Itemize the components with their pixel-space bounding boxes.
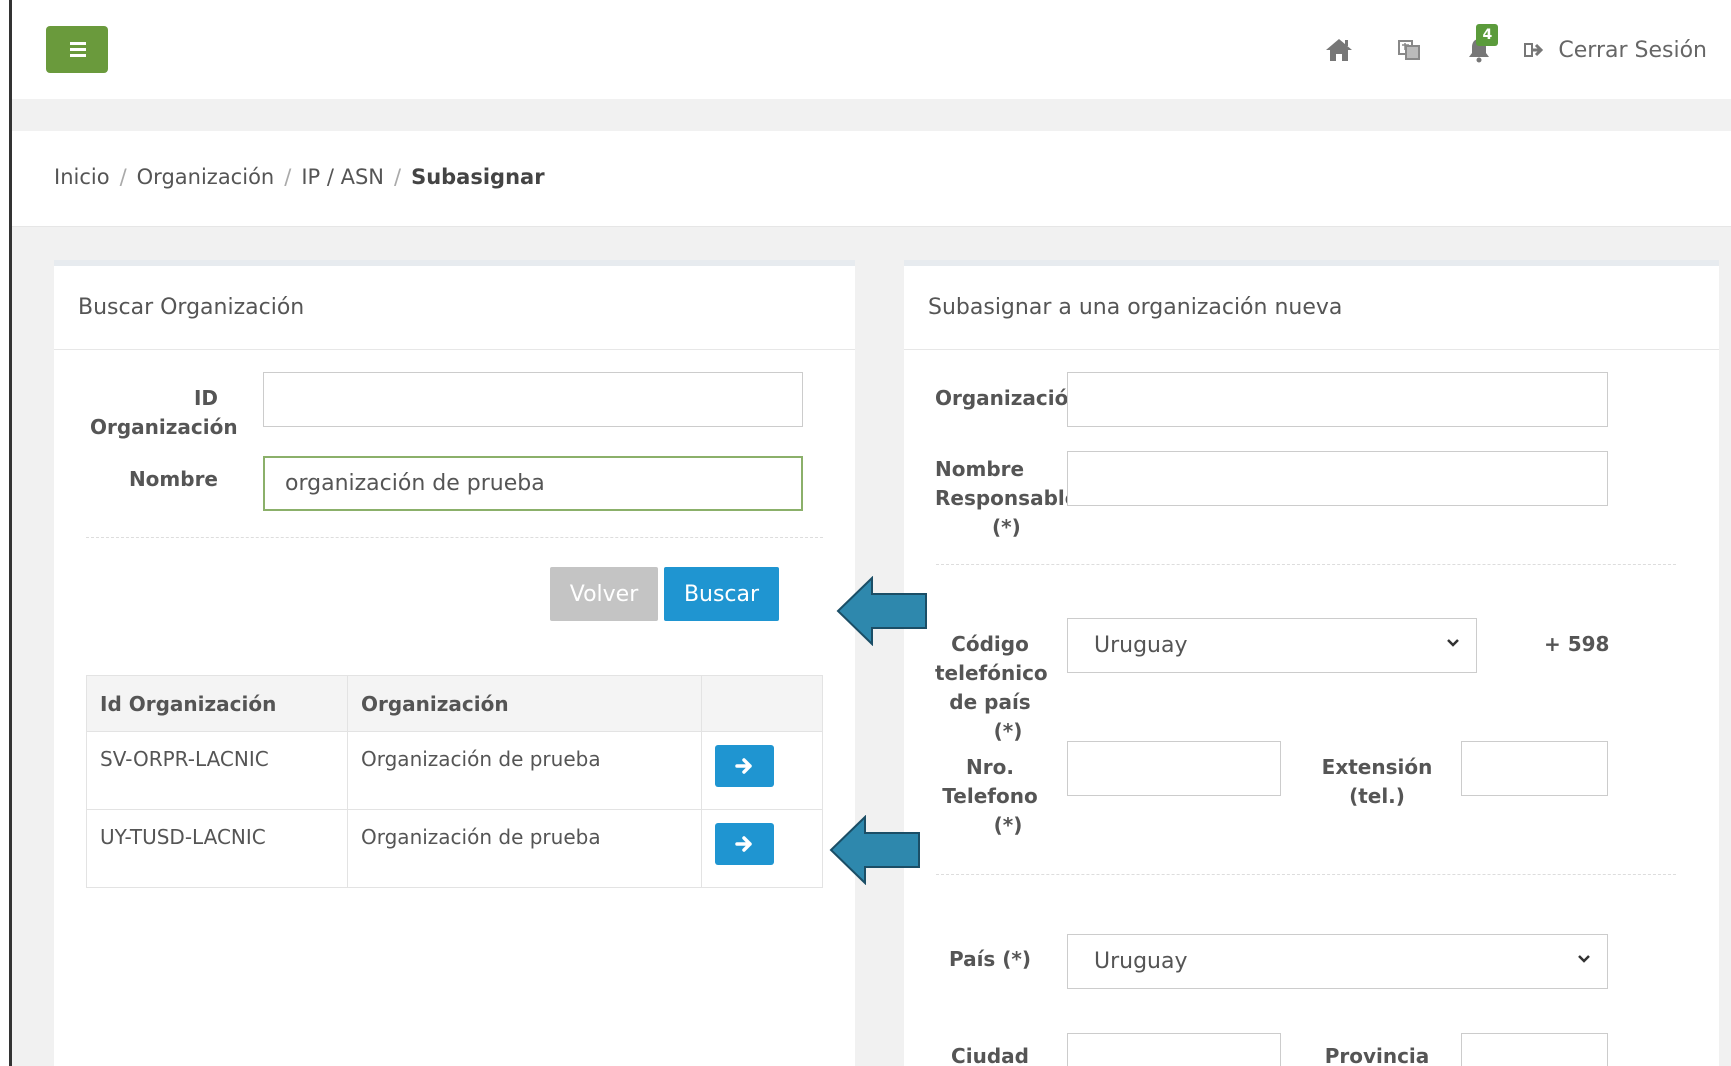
label-line: Nombre: [935, 457, 1025, 481]
breadcrumb: Inicio / Organización / IP / ASN / Subas…: [54, 165, 545, 189]
label-line: Nro.: [966, 755, 1014, 779]
org-id-cell: UY-TUSD-LACNIC: [86, 809, 348, 888]
breadcrumb-item-ip-asn[interactable]: IP / ASN: [301, 165, 384, 189]
select-value: Uruguay: [1094, 633, 1188, 658]
logout-icon: [1524, 43, 1544, 57]
select-org-button[interactable]: [715, 745, 774, 787]
label-line: Extensión: [1321, 755, 1433, 779]
label-line: (*): [993, 719, 1023, 743]
country-code-label: Código telefónico de país (*): [935, 630, 1048, 746]
top-bar: 4 Cerrar Sesión: [12, 0, 1731, 99]
menu-toggle-button[interactable]: [46, 26, 108, 73]
divider: [936, 564, 1676, 565]
name-input[interactable]: organización de prueba: [263, 456, 803, 511]
select-value: Uruguay: [1094, 949, 1188, 974]
id-organization-label: ID Organización: [90, 384, 238, 442]
divider: [86, 537, 823, 538]
label-line: (*): [993, 813, 1023, 837]
table-row: SV-ORPR-LACNIC Organización de prueba: [86, 731, 823, 810]
country-label: País (*): [948, 947, 1032, 971]
responsible-name-input[interactable]: [1067, 451, 1608, 506]
extension-input[interactable]: [1461, 741, 1608, 796]
results-table: Id Organización Organización SV-ORPR-LAC…: [86, 675, 823, 888]
org-name-cell: Organización de prueba: [347, 731, 702, 810]
province-label: Provincia: [1324, 1044, 1430, 1066]
breadcrumb-bar: Inicio / Organización / IP / ASN / Subas…: [12, 131, 1731, 227]
label-line: Organización: [90, 415, 238, 439]
organization-label: Organización: [935, 386, 1067, 410]
organization-input[interactable]: [1067, 372, 1608, 427]
chevron-down-icon: [1578, 955, 1590, 963]
name-label: Nombre: [128, 467, 218, 491]
annotation-arrow-icon: [836, 576, 927, 646]
back-button[interactable]: Volver: [550, 567, 658, 621]
divider: [936, 874, 1676, 875]
action-cell: [701, 809, 823, 888]
extension-label: Extensión (tel.): [1312, 753, 1442, 811]
city-label: Ciudad: [951, 1044, 1029, 1066]
bell-icon[interactable]: 4: [1444, 22, 1514, 78]
main-content: Buscar Organización ID Organización Nomb…: [12, 227, 1731, 1066]
breadcrumb-separator: /: [394, 165, 402, 189]
city-input[interactable]: [1067, 1033, 1281, 1066]
column-header: Organización: [347, 675, 702, 732]
org-id-cell: SV-ORPR-LACNIC: [86, 731, 348, 810]
search-button[interactable]: Buscar: [664, 567, 779, 621]
search-organization-panel: Buscar Organización ID Organización Nomb…: [54, 260, 855, 1066]
breadcrumb-current: Subasignar: [411, 165, 545, 189]
label-line: telefónico: [935, 661, 1048, 685]
phone-prefix: + 598: [1544, 632, 1610, 656]
new-organization-panel: Subasignar a una organización nueva Orga…: [904, 260, 1719, 1066]
label-line: (*): [992, 515, 1021, 539]
id-organization-input[interactable]: [263, 372, 803, 427]
column-header: [701, 675, 823, 732]
breadcrumb-separator: /: [284, 165, 292, 189]
arrow-right-icon: [734, 758, 752, 774]
country-code-select[interactable]: Uruguay: [1067, 618, 1477, 673]
label-line: de país: [949, 690, 1031, 714]
panel-title: Subasignar a una organización nueva: [904, 266, 1719, 350]
responsible-name-label: Nombre Responsable (*): [935, 455, 1079, 542]
label-line: Responsable: [935, 486, 1079, 510]
top-nav: 4 Cerrar Sesión: [1304, 22, 1707, 78]
label-line: ID: [193, 386, 218, 410]
annotation-arrow-icon: [829, 815, 920, 885]
label-line: Telefono: [942, 784, 1038, 808]
table-header-row: Id Organización Organización: [86, 675, 823, 732]
country-select[interactable]: Uruguay: [1067, 934, 1608, 989]
breadcrumb-item-inicio[interactable]: Inicio: [54, 165, 110, 189]
panel-title: Buscar Organización: [54, 266, 855, 350]
phone-number-label: Nro. Telefono (*): [935, 753, 1045, 840]
translate-icon[interactable]: [1374, 22, 1444, 78]
home-icon[interactable]: [1304, 22, 1374, 78]
org-name-cell: Organización de prueba: [347, 809, 702, 888]
breadcrumb-item-organizacion[interactable]: Organización: [137, 165, 275, 189]
breadcrumb-separator: /: [119, 165, 127, 189]
phone-number-input[interactable]: [1067, 741, 1281, 796]
label-line: (tel.): [1349, 784, 1405, 808]
logout-label: Cerrar Sesión: [1558, 37, 1707, 63]
header-spacer: [12, 99, 1731, 131]
column-header: Id Organización: [86, 675, 348, 732]
select-org-button[interactable]: [715, 823, 774, 865]
province-input[interactable]: [1461, 1033, 1608, 1066]
table-row: UY-TUSD-LACNIC Organización de prueba: [86, 809, 823, 888]
notification-badge: 4: [1476, 24, 1499, 46]
action-cell: [701, 731, 823, 810]
arrow-right-icon: [734, 836, 752, 852]
label-line: Código: [951, 632, 1029, 656]
chevron-down-icon: [1447, 639, 1459, 647]
logout-link[interactable]: Cerrar Sesión: [1524, 38, 1707, 63]
